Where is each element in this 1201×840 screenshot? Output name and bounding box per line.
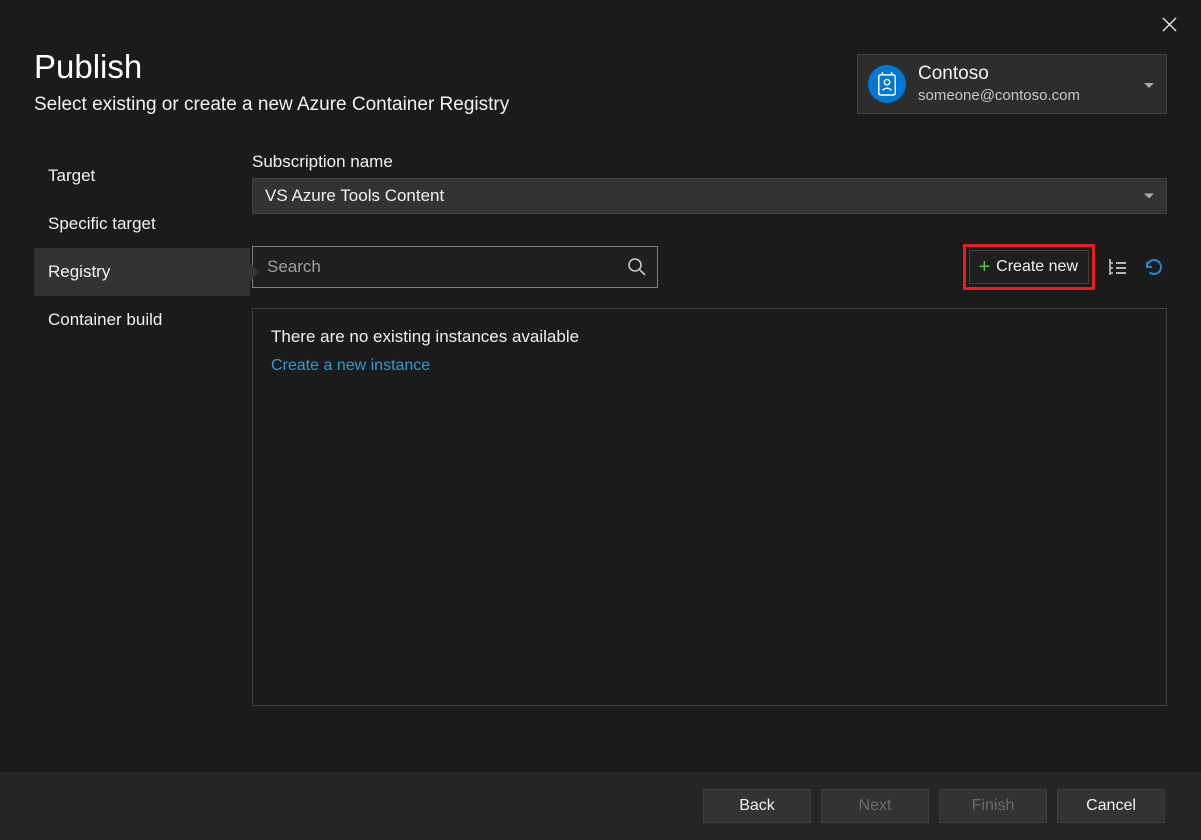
sidebar-item-target[interactable]: Target bbox=[34, 152, 250, 200]
wizard-footer: Back Next Finish Cancel bbox=[0, 772, 1201, 840]
search-icon bbox=[627, 257, 647, 277]
results-panel: There are no existing instances availabl… bbox=[252, 308, 1167, 706]
plus-icon: + bbox=[978, 257, 990, 277]
subscription-label: Subscription name bbox=[252, 152, 1167, 172]
page-title: Publish bbox=[34, 48, 509, 86]
back-button[interactable]: Back bbox=[703, 789, 811, 823]
finish-button: Finish bbox=[939, 789, 1047, 823]
tutorial-highlight: + Create new bbox=[963, 244, 1095, 290]
next-button: Next bbox=[821, 789, 929, 823]
subscription-select[interactable]: VS Azure Tools Content bbox=[252, 178, 1167, 214]
account-badge-icon bbox=[868, 65, 906, 103]
search-input[interactable] bbox=[267, 257, 627, 277]
account-selector[interactable]: Contoso someone@contoso.com bbox=[857, 54, 1167, 114]
sidebar-item-label: Registry bbox=[48, 262, 110, 281]
account-name: Contoso bbox=[918, 63, 1134, 86]
refresh-button[interactable] bbox=[1141, 254, 1167, 280]
empty-state-message: There are no existing instances availabl… bbox=[271, 327, 1148, 347]
sidebar-item-specific-target[interactable]: Specific target bbox=[34, 200, 250, 248]
create-instance-link[interactable]: Create a new instance bbox=[271, 357, 1148, 375]
tree-view-button[interactable] bbox=[1105, 254, 1131, 280]
chevron-down-icon bbox=[1144, 83, 1154, 88]
sidebar-item-label: Container build bbox=[48, 310, 162, 329]
wizard-sidebar: Target Specific target Registry Containe… bbox=[34, 152, 250, 706]
create-new-button[interactable]: + Create new bbox=[969, 250, 1089, 284]
sidebar-item-registry[interactable]: Registry bbox=[34, 248, 250, 296]
cancel-button[interactable]: Cancel bbox=[1057, 789, 1165, 823]
sidebar-item-label: Specific target bbox=[48, 214, 156, 233]
close-button[interactable] bbox=[1157, 12, 1181, 36]
tree-view-icon bbox=[1107, 256, 1129, 278]
create-new-label: Create new bbox=[996, 258, 1078, 276]
close-icon bbox=[1162, 17, 1177, 32]
account-email: someone@contoso.com bbox=[918, 86, 1134, 106]
sidebar-item-label: Target bbox=[48, 166, 95, 185]
search-input-container[interactable] bbox=[252, 246, 658, 288]
page-subtitle: Select existing or create a new Azure Co… bbox=[34, 94, 509, 116]
refresh-icon bbox=[1143, 256, 1165, 278]
sidebar-item-container-build[interactable]: Container build bbox=[34, 296, 250, 344]
subscription-value: VS Azure Tools Content bbox=[265, 186, 444, 206]
chevron-down-icon bbox=[1144, 194, 1154, 199]
